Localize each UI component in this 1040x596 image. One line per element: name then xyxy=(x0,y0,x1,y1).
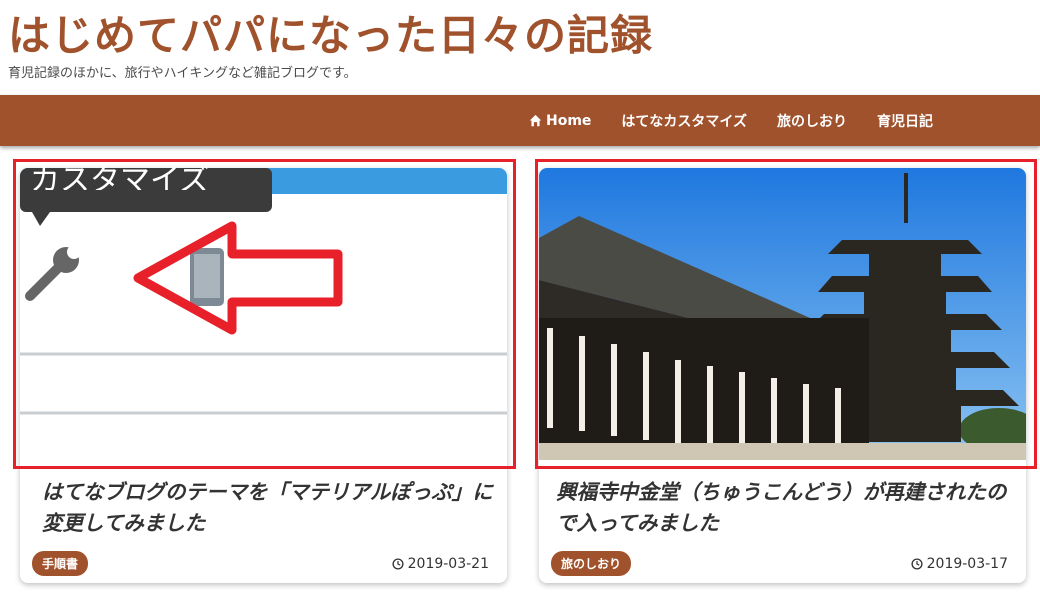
category-badge[interactable]: 旅のしおり xyxy=(551,551,632,576)
nav-item-childcare[interactable]: 育児日記 xyxy=(877,111,933,131)
category-badge[interactable]: 手順書 xyxy=(32,551,89,576)
post-card[interactable]: 興福寺中金堂（ちゅうこんどう）が再建されたので入ってみました 旅のしおり 201… xyxy=(539,168,1026,583)
post-date: 2019-03-21 xyxy=(392,556,489,572)
main-navbar: Home はてなカスタマイズ 旅のしおり 育児日記 xyxy=(0,95,1040,146)
site-description: 育児記録のほかに、旅行やハイキングなど雑記ブログです。 xyxy=(8,66,357,81)
nav-item-label: 育児日記 xyxy=(877,113,933,130)
clock-icon xyxy=(911,558,923,570)
post-card[interactable]: はてなブログのテーマを「マテリアルぽっぷ」に変更してみました 手順書 2019-… xyxy=(20,168,507,583)
home-icon xyxy=(529,114,542,127)
nav-item-home[interactable]: Home xyxy=(529,113,591,129)
nav-menu: Home はてなカスタマイズ 旅のしおり 育児日記 xyxy=(529,95,933,146)
site-title[interactable]: はじめてパパになった日々の記録 xyxy=(8,2,653,63)
nav-item-label: 旅のしおり xyxy=(777,113,847,130)
date-text: 2019-03-21 xyxy=(407,556,489,572)
post-title[interactable]: はてなブログのテーマを「マテリアルぽっぷ」に変更してみました xyxy=(42,477,502,539)
clock-icon xyxy=(392,558,404,570)
nav-item-label: Home xyxy=(545,112,592,129)
post-thumbnail[interactable] xyxy=(539,168,1026,460)
date-text: 2019-03-17 xyxy=(926,556,1008,572)
nav-item-hatena-customize[interactable]: はてなカスタマイズ xyxy=(621,111,747,131)
nav-item-label: はてなカスタマイズ xyxy=(621,113,747,130)
post-thumbnail[interactable] xyxy=(20,168,507,460)
thumbnail-caption: カスタマイズ xyxy=(30,163,210,190)
nav-item-travel[interactable]: 旅のしおり xyxy=(777,111,847,131)
post-date: 2019-03-17 xyxy=(911,556,1008,572)
post-title[interactable]: 興福寺中金堂（ちゅうこんどう）が再建されたので入ってみました xyxy=(556,477,1016,539)
